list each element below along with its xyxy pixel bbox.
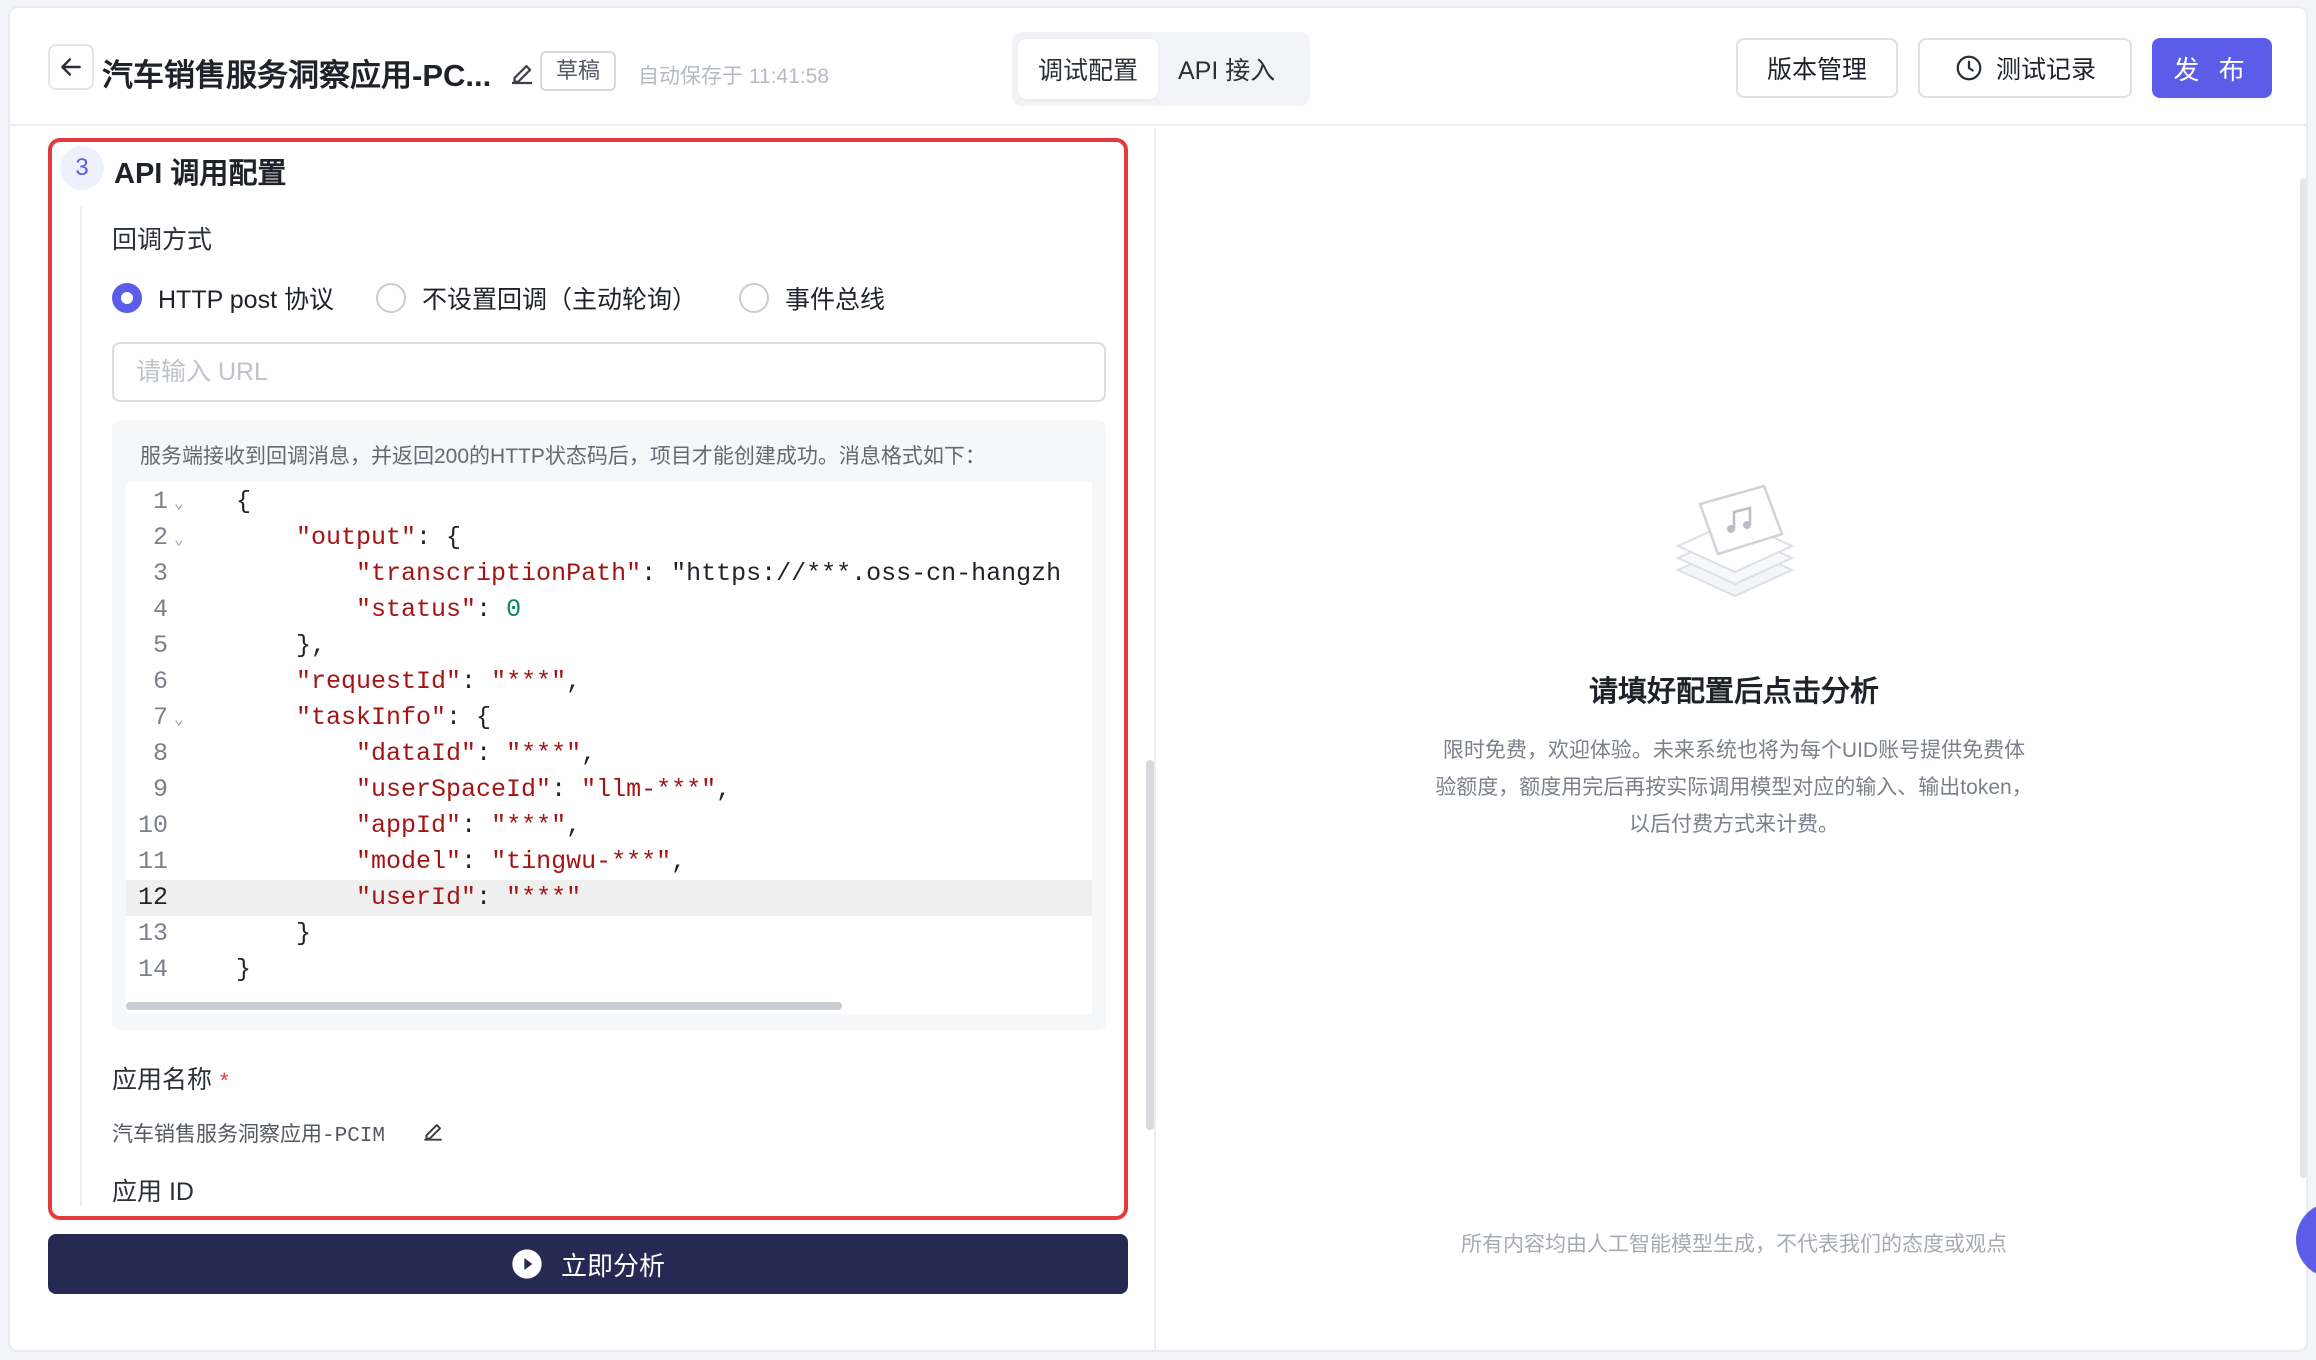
callback-options: HTTP post 协议 不设置回调（主动轮询） 事件总线 [112, 280, 927, 316]
code-line: 7 ⌄ "taskInfo": { [126, 700, 1092, 736]
radio-http-post[interactable]: HTTP post 协议 [112, 280, 334, 316]
message-format-block: 服务端接收到回调消息，并返回200的HTTP状态码后，项目才能创建成功。消息格式… [112, 420, 1106, 1030]
app-id-label: 应用 ID [112, 1178, 194, 1206]
fold-chevron-icon[interactable]: ⌄ [174, 486, 184, 522]
code-text: "status": 0 [356, 595, 522, 624]
config-panel: 3 API 调用配置 回调方式 HTTP post 协议 不设置回调（主动轮询）… [10, 128, 1156, 1350]
mode-tabs: 调试配置 API 接入 [1012, 32, 1310, 106]
code-line: 12 "userId": "***" [126, 880, 1092, 916]
line-number: 6 [152, 667, 168, 696]
callback-label: 回调方式 [112, 226, 213, 254]
code-text: "requestId": "***", [296, 667, 582, 696]
test-records-button[interactable]: 测试记录 [1918, 38, 2132, 98]
music-card-stack-icon [1675, 484, 1795, 598]
empty-state-description: 限时免费，欢迎体验。未来系统也将为每个UID账号提供免费体验额度，额度用完后再按… [1435, 739, 2033, 836]
code-text: { [236, 487, 252, 516]
code-text: "transcriptionPath": "https://***.oss-cn… [356, 559, 1062, 588]
code-text: } [236, 919, 312, 948]
radio-indicator [112, 283, 142, 313]
required-star: * [220, 1068, 229, 1093]
draft-badge: 草稿 [540, 51, 617, 91]
line-number: 9 [152, 775, 168, 804]
code-line: 2 ⌄ "output": { [126, 520, 1092, 556]
clock-icon [1956, 55, 1982, 81]
radio-indicator [738, 283, 769, 313]
code-line: 4 "status": 0 [126, 592, 1092, 628]
code-line: 3 "transcriptionPath": "https://***.oss-… [126, 556, 1092, 592]
app-title: 汽车销售服务洞察应用-PC... [102, 58, 492, 93]
code-text: "appId": "***", [356, 811, 582, 840]
fold-chevron-icon[interactable]: ⌄ [174, 522, 184, 558]
analyze-button-label: 立即分析 [560, 1250, 665, 1281]
code-text: "userSpaceId": "llm-***", [356, 775, 732, 804]
version-management-button[interactable]: 版本管理 [1736, 38, 1898, 98]
line-number: 2 [152, 523, 168, 552]
code-text: "userId": "***" [356, 883, 582, 912]
radio-event-bus[interactable]: 事件总线 [738, 280, 885, 316]
line-number: 13 [137, 919, 168, 948]
tab-debug-config[interactable]: 调试配置 [1018, 39, 1158, 99]
line-number: 3 [152, 559, 168, 588]
radio-indicator [375, 283, 406, 313]
code-line: 10 "appId": "***", [126, 808, 1092, 844]
step-number: 3 [60, 146, 104, 190]
publish-button[interactable]: 发 布 [2152, 38, 2272, 98]
horizontal-scrollbar[interactable] [126, 1002, 842, 1010]
line-number: 5 [152, 631, 168, 660]
code-text: "model": "tingwu-***", [356, 847, 687, 876]
version-management-label: 版本管理 [1766, 56, 1867, 84]
radio-no-callback[interactable]: 不设置回调（主动轮询） [375, 280, 697, 316]
line-number: 7 [152, 703, 168, 732]
fold-chevron-icon[interactable]: ⌄ [174, 702, 184, 738]
message-format-description: 服务端接收到回调消息，并返回200的HTTP状态码后，项目才能创建成功。消息格式… [140, 445, 986, 468]
code-line: 13 } [126, 916, 1092, 952]
code-text: }, [236, 631, 327, 660]
arrow-left-icon [61, 58, 81, 76]
line-number: 8 [152, 739, 168, 768]
empty-state-title: 请填好配置后点击分析 [1588, 676, 1879, 708]
code-line: 9 "userSpaceId": "llm-***", [126, 772, 1092, 808]
step-connector [80, 206, 82, 1206]
right-scrollbar[interactable] [2300, 178, 2306, 1178]
code-text: "dataId": "***", [356, 739, 597, 768]
radio-label: 不设置回调（主动轮询） [421, 286, 697, 314]
pencil-icon[interactable] [507, 58, 537, 88]
radio-label: HTTP post 协议 [158, 286, 334, 314]
code-line: 5 }, [126, 628, 1092, 664]
back-button[interactable] [48, 44, 94, 90]
code-line: 11 "model": "tingwu-***", [126, 844, 1092, 880]
line-number: 10 [137, 811, 168, 840]
section-title: API 调用配置 [114, 158, 287, 190]
line-number: 11 [137, 847, 168, 876]
app-name-value: 汽车销售服务洞察应用-PCIM [112, 1125, 386, 1148]
play-circle-icon [512, 1249, 542, 1279]
code-text: } [236, 955, 252, 984]
analyze-button[interactable]: 立即分析 [48, 1234, 1128, 1294]
line-number: 12 [137, 883, 168, 912]
code-line: 8 "dataId": "***", [126, 736, 1092, 772]
line-number: 14 [137, 955, 168, 984]
autosave-status: 自动保存于 11:41:58 [638, 65, 830, 88]
radio-label: 事件总线 [784, 286, 885, 314]
url-input[interactable] [112, 342, 1106, 402]
app-name-label: 应用名称 * [112, 1060, 229, 1096]
line-number: 1 [152, 487, 168, 516]
app-window: 汽车销售服务洞察应用-PC... 草稿 自动保存于 11:41:58 调试配置 … [8, 6, 2308, 1352]
app-name-label-text: 应用名称 [112, 1066, 213, 1094]
tab-api-access[interactable]: API 接入 [1158, 39, 1295, 99]
code-editor[interactable]: 1 ⌄{2 ⌄ "output": {3 "transcriptionPath": … [126, 482, 1092, 1014]
code-line: 6 "requestId": "***", [126, 664, 1092, 700]
pencil-icon[interactable] [420, 1118, 446, 1144]
line-number: 4 [152, 595, 168, 624]
code-line: 1 ⌄ { [126, 484, 1092, 520]
code-line: 14} [126, 952, 1092, 988]
code-text: "output": { [296, 523, 462, 552]
ai-disclaimer: 所有内容均由人工智能模型生成，不代表我们的态度或观点 [1461, 1233, 2007, 1256]
top-header: 汽车销售服务洞察应用-PC... 草稿 自动保存于 11:41:58 调试配置 … [10, 8, 2306, 126]
code-text: "taskInfo": { [296, 703, 492, 732]
vertical-scrollbar[interactable] [1146, 760, 1154, 1130]
result-panel: 请填好配置后点击分析 限时免费，欢迎体验。未来系统也将为每个UID账号提供免费体… [1158, 128, 2306, 1350]
test-records-label: 测试记录 [1995, 56, 2096, 84]
